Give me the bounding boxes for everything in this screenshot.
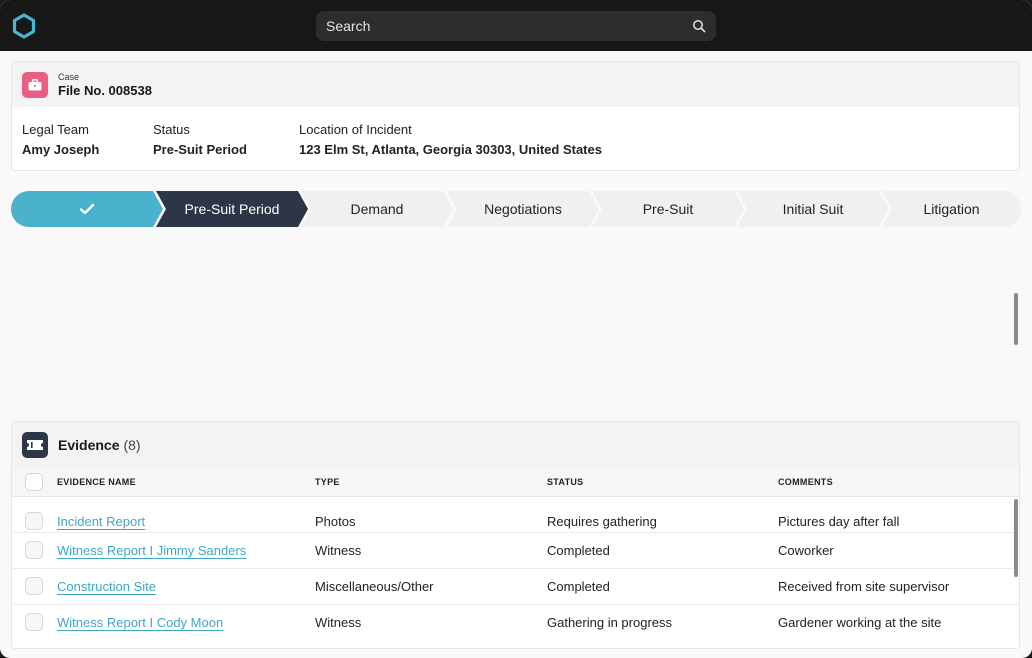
step-completed[interactable]: [11, 191, 163, 227]
select-all-checkbox[interactable]: [25, 473, 43, 491]
hexagon-logo-icon[interactable]: [12, 13, 36, 39]
row-checkbox[interactable]: [25, 613, 43, 631]
evidence-status: Completed: [547, 543, 610, 558]
search-icon[interactable]: [692, 19, 706, 33]
step-initial-suit[interactable]: Initial Suit: [737, 191, 889, 227]
table-row[interactable]: Witness Report I Jimmy Sanders Witness C…: [12, 533, 1019, 569]
step-negotiations[interactable]: Negotiations: [447, 191, 599, 227]
table-row[interactable]: Construction Site Miscellaneous/Other Co…: [12, 569, 1019, 605]
step-label: Pre-Suit: [642, 201, 694, 217]
row-checkbox[interactable]: [25, 512, 43, 530]
evidence-name-link[interactable]: Witness Report I Cody Moon: [57, 615, 223, 630]
evidence-status: Requires gathering: [547, 514, 657, 529]
search-input[interactable]: [326, 18, 692, 34]
step-label: Litigation: [923, 201, 980, 217]
case-file-number: File No. 008538: [58, 82, 152, 98]
evidence-card: Evidence (8) EVIDENCE NAME TYPE STATUS C…: [11, 421, 1020, 649]
field-value: Amy Joseph: [22, 142, 100, 157]
step-pre-suit[interactable]: Pre-Suit: [592, 191, 744, 227]
evidence-status: Gathering in progress: [547, 615, 673, 630]
evidence-count: (8): [123, 436, 141, 453]
evidence-name-link[interactable]: Witness Report I Jimmy Sanders: [57, 543, 246, 558]
case-card: Case File No. 008538 Legal Team Amy Jose…: [11, 61, 1020, 171]
case-type-label: Case: [58, 71, 80, 82]
field-label: Location of Incident: [299, 122, 412, 137]
checkmark-icon: [79, 203, 95, 215]
top-bar: [0, 0, 1032, 51]
evidence-comments: Received from site supervisor: [778, 579, 950, 594]
app-window: Case File No. 008538 Legal Team Amy Jose…: [0, 0, 1032, 658]
step-pre-suit-period[interactable]: Pre-Suit Period: [156, 191, 308, 227]
evidence-title: Evidence: [58, 436, 120, 453]
step-label: Demand: [350, 201, 404, 217]
row-checkbox[interactable]: [25, 577, 43, 595]
briefcase-icon: [22, 71, 48, 98]
ticket-icon: [22, 431, 48, 458]
table-row[interactable]: Incident Report Photos Requires gatherin…: [12, 497, 1019, 533]
evidence-type: Miscellaneous/Other: [315, 579, 434, 594]
evidence-comments: Gardener working at the site: [778, 615, 942, 630]
evidence-name-link[interactable]: Construction Site: [57, 579, 156, 594]
page-scrollbar[interactable]: [1014, 293, 1018, 345]
field-legal-team: Legal Team Amy Joseph: [22, 122, 99, 158]
table-row[interactable]: Witness Report I Cody Moon Witness Gathe…: [12, 605, 1019, 641]
case-stage-stepper: Pre-Suit Period Demand Negotiations Pre-…: [11, 191, 1021, 227]
step-label: Initial Suit: [782, 201, 844, 217]
column-header-comments[interactable]: COMMENTS: [778, 477, 833, 487]
evidence-comments: Pictures day after fall: [778, 514, 900, 529]
step-label: Negotiations: [484, 201, 562, 217]
field-value: 123 Elm St, Atlanta, Georgia 30303, Unit…: [299, 142, 602, 157]
search-bar[interactable]: [316, 11, 716, 41]
field-status: Status Pre-Suit Period: [153, 122, 247, 158]
case-header: Case File No. 008538: [12, 62, 1019, 107]
row-checkbox[interactable]: [25, 541, 43, 559]
step-demand[interactable]: Demand: [301, 191, 453, 227]
field-label: Legal Team: [22, 122, 89, 137]
field-label: Status: [153, 122, 190, 137]
evidence-header: Evidence (8): [12, 422, 1019, 467]
field-location: Location of Incident 123 Elm St, Atlanta…: [299, 122, 602, 158]
step-label: Pre-Suit Period: [184, 201, 280, 217]
step-litigation[interactable]: Litigation: [882, 191, 1021, 227]
column-header-status[interactable]: STATUS: [547, 477, 583, 487]
field-value: Pre-Suit Period: [153, 142, 247, 157]
table-header: EVIDENCE NAME TYPE STATUS COMMENTS: [12, 467, 1019, 497]
evidence-table: EVIDENCE NAME TYPE STATUS COMMENTS Incid…: [12, 467, 1019, 641]
evidence-type: Photos: [315, 514, 356, 529]
evidence-comments: Coworker: [778, 543, 834, 558]
evidence-type: Witness: [315, 543, 362, 558]
table-scrollbar[interactable]: [1014, 499, 1018, 577]
evidence-status: Completed: [547, 579, 610, 594]
evidence-type: Witness: [315, 615, 362, 630]
column-header-type[interactable]: TYPE: [315, 477, 340, 487]
case-fields: Legal Team Amy Joseph Status Pre-Suit Pe…: [12, 107, 1019, 170]
evidence-name-link[interactable]: Incident Report: [57, 514, 145, 529]
column-header-name[interactable]: EVIDENCE NAME: [57, 477, 136, 487]
